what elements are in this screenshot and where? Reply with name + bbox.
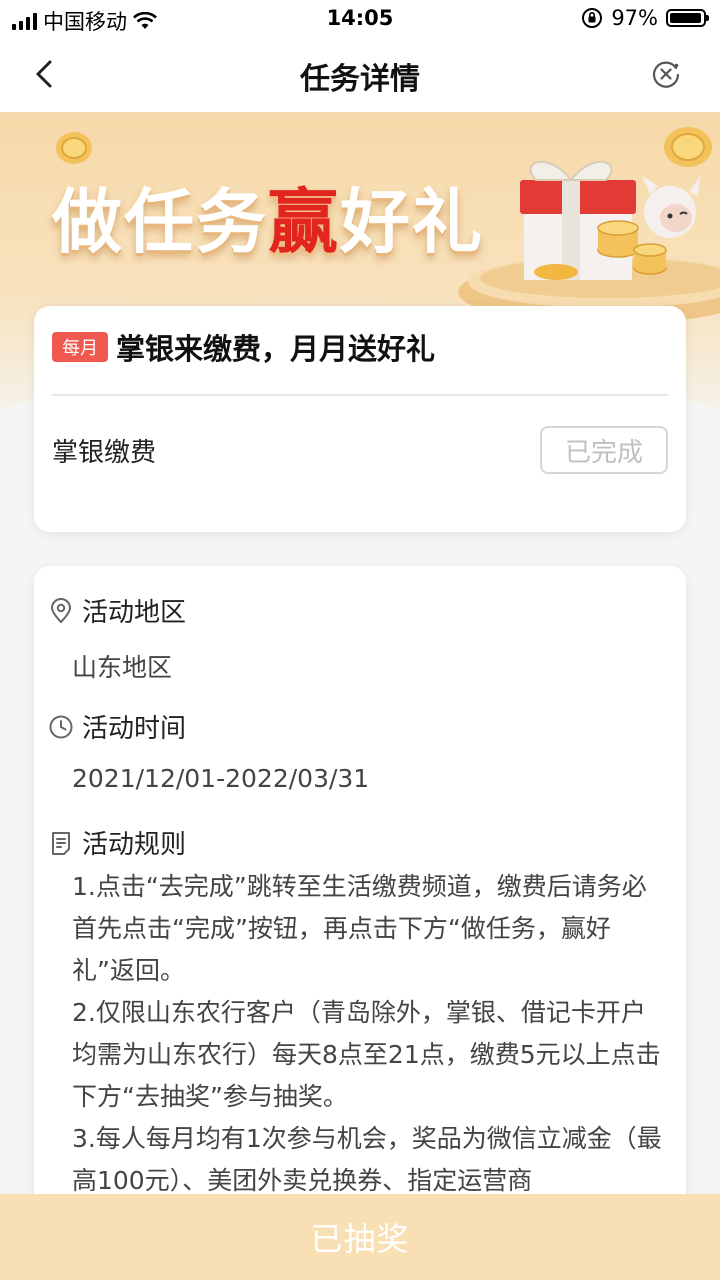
completed-button[interactable]: 已完成 xyxy=(540,426,668,474)
time-header: 活动时间 xyxy=(48,708,186,745)
details-card: 活动地区 山东地区 活动时间 2021/12/01-2022/03/31 活动规… xyxy=(34,566,686,1266)
task-title: 掌银来缴费，月月送好礼 xyxy=(116,332,436,366)
document-icon xyxy=(52,831,70,855)
gift-illustration xyxy=(458,160,720,324)
task-card: 每月 掌银来缴费，月月送好礼 掌银缴费 已完成 xyxy=(34,306,686,532)
banner-title: 做任务赢好礼 xyxy=(52,166,484,267)
rule-item: 3.每人每月均有1次参与机会，奖品为微信立减金（最高100元）、美团外卖兑换券、… xyxy=(72,1124,662,1195)
rule-item: 2.仅限山东农行客户（青岛除外，掌银、借记卡开户均需为山东农行）每天8点至21点… xyxy=(72,998,661,1111)
location-pin-icon xyxy=(50,597,72,623)
orientation-lock-icon xyxy=(582,8,603,28)
clock-icon xyxy=(49,715,73,738)
rules-label: 活动规则 xyxy=(82,830,187,860)
status-bar: 中国移动 14:05 97% xyxy=(0,0,720,36)
frequency-tag: 每月 xyxy=(52,332,108,362)
battery-icon xyxy=(666,9,709,27)
nav-bar: 任务详情 xyxy=(0,36,720,112)
time-label: 活动时间 xyxy=(82,714,187,744)
time-value: 2021/12/01-2022/03/31 xyxy=(72,764,370,793)
status-right: 97% xyxy=(581,6,709,30)
banner-title-part1: 做任务 xyxy=(52,181,268,263)
region-value: 山东地区 xyxy=(72,653,173,682)
region-label: 活动地区 xyxy=(82,598,187,628)
region-header: 活动地区 xyxy=(48,592,186,629)
rules-text: 1.点击“去完成”跳转至生活缴费频道，缴费后请务必首先点击“完成”按钮，再点击下… xyxy=(72,866,666,1202)
coin-icon xyxy=(56,132,92,164)
rules-header: 活动规则 xyxy=(48,824,186,861)
close-circle-icon[interactable] xyxy=(650,58,682,90)
banner-title-highlight: 赢 xyxy=(268,181,340,263)
page-title: 任务详情 xyxy=(300,62,420,97)
drawn-button[interactable]: 已抽奖 xyxy=(0,1194,720,1280)
task-name: 掌银缴费 xyxy=(52,438,157,468)
battery-percent: 97% xyxy=(611,6,658,30)
rule-item: 1.点击“去完成”跳转至生活缴费频道，缴费后请务必首先点击“完成”按钮，再点击下… xyxy=(72,872,647,985)
divider xyxy=(52,394,668,396)
